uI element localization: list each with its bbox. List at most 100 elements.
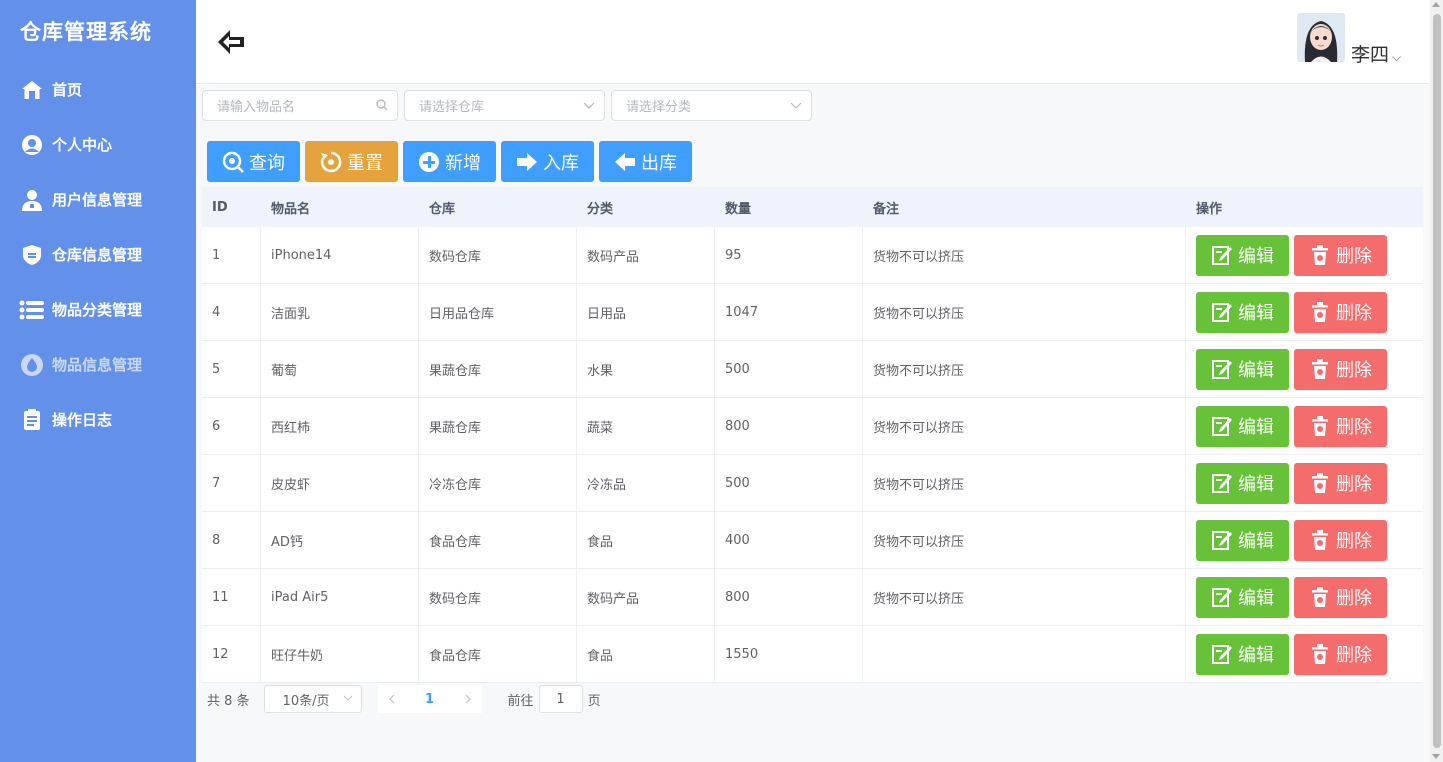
edit-button[interactable]: 编辑 [1196, 234, 1289, 276]
table-row: 1 iPhone14 数码仓库 数码产品 95 货物不可以挤压 编辑 删除 [202, 227, 1423, 284]
table-row: 4 洁面乳 日用品仓库 日用品 1047 货物不可以挤压 编辑 删除 [202, 284, 1423, 341]
table-row: 5 葡萄 果蔬仓库 水果 500 货物不可以挤压 编辑 删除 [202, 341, 1423, 398]
cell-category: 数码产品 [577, 569, 715, 625]
sidebar-item-home[interactable]: 首页 [0, 62, 196, 117]
refresh-icon [320, 151, 342, 172]
page-number-1[interactable]: 1 [405, 685, 454, 713]
goto-label: 前往 [507, 693, 534, 709]
total-count: 共 8 条 [207, 693, 250, 709]
chevron-down-icon: ⌵ [1392, 50, 1402, 64]
edit-icon [1212, 417, 1232, 436]
cell-warehouse: 果蔬仓库 [419, 398, 577, 454]
trash-icon [1312, 359, 1328, 379]
edit-button[interactable]: 编辑 [1196, 519, 1289, 561]
cell-warehouse: 日用品仓库 [419, 284, 577, 340]
cell-actions: 编辑 删除 [1186, 512, 1423, 568]
add-button[interactable]: 新增 [403, 141, 496, 182]
delete-button[interactable]: 删除 [1294, 405, 1387, 447]
cell-id: 12 [202, 626, 261, 682]
scroll-down-icon[interactable] [1432, 754, 1440, 759]
sidebar-item-category[interactable]: 物品分类管理 [0, 282, 196, 337]
cell-id: 4 [202, 284, 261, 340]
table-header: ID 物品名 仓库 分类 数量 备注 操作 [202, 187, 1423, 227]
list-icon [19, 297, 45, 323]
query-button[interactable]: 查询 [207, 141, 300, 182]
sidebar-menu: 首页 个人中心 用户信息管理 仓库信息管理 物品分类管理 物品信息管理 操作日志 [0, 62, 196, 447]
edit-button[interactable]: 编辑 [1196, 291, 1289, 333]
delete-button[interactable]: 删除 [1294, 519, 1387, 561]
cell-quantity: 1047 [715, 284, 863, 340]
table-row: 11 iPad Air5 数码仓库 数码产品 800 货物不可以挤压 编辑 删除 [202, 569, 1423, 626]
category-placeholder: 请选择分类 [626, 100, 692, 115]
sidebar-item-goods[interactable]: 物品信息管理 [0, 337, 196, 392]
page-size-select[interactable]: 10条/页 [263, 685, 362, 713]
sidebar-item-label: 物品信息管理 [52, 356, 143, 374]
cell-remark: 货物不可以挤压 [863, 455, 1186, 511]
chevron-down-icon [583, 99, 595, 114]
reset-button[interactable]: 重置 [305, 141, 398, 182]
cell-quantity: 500 [715, 341, 863, 397]
sidebar-item-label: 操作日志 [52, 411, 113, 429]
cell-id: 7 [202, 455, 261, 511]
column-header: 数量 [725, 201, 752, 217]
prev-page-button[interactable] [377, 685, 406, 713]
pagination: 共 8 条 10条/页 1 前往 1 页 [207, 685, 601, 713]
edit-button[interactable]: 编辑 [1196, 462, 1289, 504]
sidebar-item-profile[interactable]: 个人中心 [0, 117, 196, 172]
column-header: 操作 [1196, 201, 1223, 217]
avatar[interactable] [1297, 13, 1345, 62]
top-header: 李四 ⌵ [196, 0, 1430, 84]
cell-category: 水果 [577, 341, 715, 397]
sidebar-item-label: 仓库信息管理 [52, 246, 143, 264]
cell-remark: 货物不可以挤压 [863, 398, 1186, 454]
name-search-input[interactable]: 请输入物品名 [202, 90, 398, 121]
edit-button[interactable]: 编辑 [1196, 633, 1289, 675]
stock-out-button[interactable]: 出库 [599, 141, 692, 182]
delete-button[interactable]: 删除 [1294, 633, 1387, 675]
name-search-placeholder: 请输入物品名 [217, 100, 296, 115]
table-row: 12 旺仔牛奶 食品仓库 食品 1550 编辑 删除 [202, 626, 1423, 683]
delete-button[interactable]: 删除 [1294, 576, 1387, 618]
scrollbar-thumb[interactable] [1433, 14, 1441, 748]
cell-actions: 编辑 删除 [1186, 227, 1423, 283]
trash-icon [1312, 644, 1328, 664]
sidebar: 仓库管理系统 首页 个人中心 用户信息管理 仓库信息管理 物品分类管理 物品信息… [0, 0, 196, 762]
user-menu[interactable]: 李四 ⌵ [1351, 40, 1401, 67]
delete-button[interactable]: 删除 [1294, 462, 1387, 504]
edit-button[interactable]: 编辑 [1196, 348, 1289, 390]
cell-name: 西红柿 [261, 398, 419, 454]
sidebar-item-log[interactable]: 操作日志 [0, 392, 196, 447]
app-title: 仓库管理系统 [20, 20, 152, 44]
back-arrow-icon[interactable] [214, 26, 250, 58]
delete-button[interactable]: 删除 [1294, 234, 1387, 276]
delete-button[interactable]: 删除 [1294, 348, 1387, 390]
cell-name: 皮皮虾 [261, 455, 419, 511]
trash-icon [1312, 245, 1328, 265]
scroll-up-icon[interactable] [1432, 2, 1440, 7]
cell-name: 葡萄 [261, 341, 419, 397]
cell-remark: 货物不可以挤压 [863, 341, 1186, 397]
stock-in-button[interactable]: 入库 [501, 141, 594, 182]
category-select[interactable]: 请选择分类 [611, 90, 812, 121]
sidebar-item-users[interactable]: 用户信息管理 [0, 172, 196, 227]
column-header: 分类 [587, 201, 614, 217]
cell-name: 洁面乳 [261, 284, 419, 340]
delete-button[interactable]: 删除 [1294, 291, 1387, 333]
log-icon [19, 407, 45, 433]
cell-quantity: 800 [715, 569, 863, 625]
next-page-button[interactable] [453, 685, 482, 713]
cell-warehouse: 果蔬仓库 [419, 341, 577, 397]
cell-remark [863, 626, 1186, 682]
search-icon [222, 151, 244, 173]
edit-button[interactable]: 编辑 [1196, 576, 1289, 618]
edit-icon [1212, 645, 1232, 664]
cell-warehouse: 数码仓库 [419, 227, 577, 283]
goto-page-input[interactable]: 1 [538, 685, 583, 713]
edit-icon [1212, 474, 1232, 493]
edit-icon [1212, 588, 1232, 607]
cell-quantity: 400 [715, 512, 863, 568]
arrow-left-icon [615, 152, 635, 171]
sidebar-item-warehouse[interactable]: 仓库信息管理 [0, 227, 196, 282]
edit-button[interactable]: 编辑 [1196, 405, 1289, 447]
warehouse-select[interactable]: 请选择仓库 [404, 90, 605, 121]
